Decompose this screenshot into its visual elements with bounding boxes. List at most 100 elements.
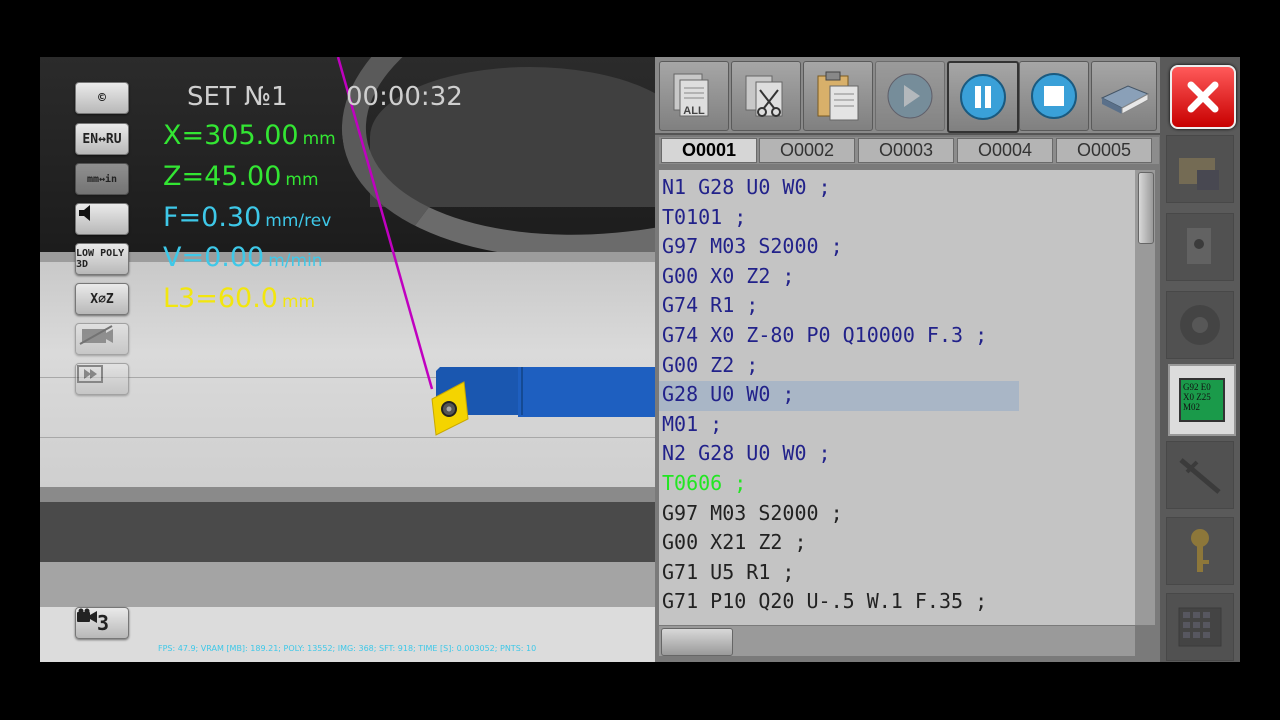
axis-button[interactable]: X∅Z [75,283,129,315]
gcode-line[interactable]: G97 M03 S2000 ; [662,232,1132,260]
play-button[interactable] [875,61,945,131]
run-timer: 00:00:32 [346,82,463,112]
gcode-line[interactable]: G71 U5 R1 ; [662,558,1132,586]
tool-button[interactable] [1166,213,1234,281]
gcode-line[interactable]: G97 M03 S2000 ; [662,499,1132,527]
tab-o0004[interactable]: O0004 [957,138,1053,163]
program-tabs: O0001 O0002 O0003 O0004 O0005 [659,137,1159,164]
play-icon [887,73,933,119]
sound-button[interactable] [75,203,129,235]
screenshot-button[interactable] [75,323,129,355]
machine-3d-view[interactable]: © EN↔RU mm↔in LOW POLY 3D X∅Z SET №1 00:… [40,57,655,662]
gcode-line[interactable]: G00 Z2 ; [662,351,1132,379]
pause-icon [960,74,1006,120]
paste-button[interactable] [803,61,873,131]
gcode-line[interactable]: G71 P10 Q20 U-.5 W.1 F.35 ; [662,587,1132,615]
speed-readout: V=0.00 m/min [163,242,323,273]
l3-readout: L3=60.0 mm [163,283,315,314]
caliper-icon [1179,458,1221,494]
book-icon [1100,85,1150,115]
gcode-line[interactable]: G74 R1 ; [662,291,1132,319]
copyright-button[interactable]: © [75,82,129,114]
key-icon [1191,529,1209,572]
tab-o0005[interactable]: O0005 [1056,138,1152,163]
camera-number: 3 [96,611,110,635]
tab-o0001[interactable]: O0001 [661,138,757,163]
simulator-window: © EN↔RU mm↔in LOW POLY 3D X∅Z SET №1 00:… [40,57,1240,662]
gcode-line[interactable]: N1 G28 U0 W0 ; [662,173,1132,201]
copy-all-label: ALL [683,105,705,117]
x-value: X=305.00 [163,120,299,151]
gcode-line[interactable]: G00 X21 Z2 ; [662,528,1132,556]
keypad-icon [1178,607,1222,647]
gcode-line[interactable]: T0101 ; [662,203,1132,231]
right-toolbar: G92 E0 X0 Z25 M02 [1160,57,1240,662]
low-poly-3d-button[interactable]: LOW POLY 3D [75,243,129,275]
close-icon [1187,81,1219,113]
feed-unit: mm/rev [265,211,332,231]
gcode-line[interactable]: T0606 ; [662,469,1132,497]
step-forward-icon [77,365,103,383]
l3-unit: mm [281,292,316,312]
caliper-button[interactable] [1166,441,1234,509]
file-open-button[interactable] [1166,135,1234,203]
feed-readout: F=0.30 mm/rev [163,202,331,233]
language-label: EN↔RU [82,131,122,147]
tab-o0003[interactable]: O0003 [858,138,954,163]
key-button[interactable] [1166,517,1234,585]
units-label: mm↔in [86,173,118,185]
g92-line-1: G92 E0 [1183,382,1211,392]
horizontal-scrollbar[interactable] [659,626,1135,656]
cut-paste-icon [745,75,783,117]
g92-display: G92 E0 X0 Z25 M02 [1179,378,1225,422]
axis-label: X∅Z [90,291,114,307]
folder-icon [1179,158,1219,190]
vertical-scrollbar[interactable] [1135,170,1155,625]
speed-unit: m/min [268,251,323,271]
g-code-reference-button[interactable]: G92 E0 X0 Z25 M02 [1168,364,1236,436]
gcode-editor[interactable]: N1 G28 U0 W0 ; T0101 ; G97 M03 S2000 ; G00 … [659,170,1135,625]
horizontal-scroll-thumb[interactable] [661,628,733,656]
gcode-line[interactable]: N2 G28 U0 W0 ; [662,439,1132,467]
chuck-button[interactable] [1166,291,1234,359]
z-readout: Z=45.00 mm [163,161,319,192]
step-button[interactable] [75,363,129,395]
language-button[interactable]: EN↔RU [75,123,129,155]
g92-line-2: X0 Z25 [1183,392,1211,402]
gcode-line[interactable]: G74 X0 Z-80 P0 Q10000 F.3 ; [662,321,1132,349]
tab-o0002[interactable]: O0002 [759,138,855,163]
tool-svg [336,57,655,436]
feed-value: F=0.30 [163,202,262,233]
video-camera-icon [77,608,97,623]
stop-button[interactable] [1019,61,1089,131]
keypad-button[interactable] [1166,593,1234,661]
manual-button[interactable] [1091,61,1157,131]
clipboard-icon [817,71,859,121]
close-button[interactable] [1170,65,1236,129]
copy-all-button[interactable]: ALL [659,61,729,131]
pause-button[interactable] [947,61,1019,133]
gcode-line[interactable]: M01 ; [662,410,1132,438]
vertical-scroll-thumb[interactable] [1138,172,1154,244]
program-panel: ALL O0001 O0002 O0003 O0004 O0005 N1 G28… [655,57,1160,662]
camera-disabled-icon [79,325,113,345]
program-toolbar: ALL [655,57,1160,135]
chuck-icon [1180,305,1220,345]
l3-value: L3=60.0 [163,283,278,314]
gcode-line[interactable]: G00 X0 Z2 ; [662,262,1132,290]
x-readout: X=305.00 mm [163,120,336,151]
tool-icon [1187,228,1211,264]
units-button[interactable]: mm↔in [75,163,129,195]
speaker-icon [79,205,90,221]
camera-view-button[interactable]: 3 [75,607,129,639]
x-unit: mm [302,129,336,149]
gcode-line[interactable]: G28 U0 W0 ; [662,380,1132,408]
low-poly-label: LOW POLY 3D [76,248,125,270]
performance-stats: FPS: 47.9; VRAM [MB]: 189.21; POLY: 1355… [158,644,537,653]
z-unit: mm [285,170,319,190]
copyright-label: © [98,90,106,106]
speed-value: V=0.00 [163,242,265,273]
copy-all-icon: ALL [673,73,709,117]
z-value: Z=45.00 [163,161,282,192]
cut-paste-button[interactable] [731,61,801,131]
